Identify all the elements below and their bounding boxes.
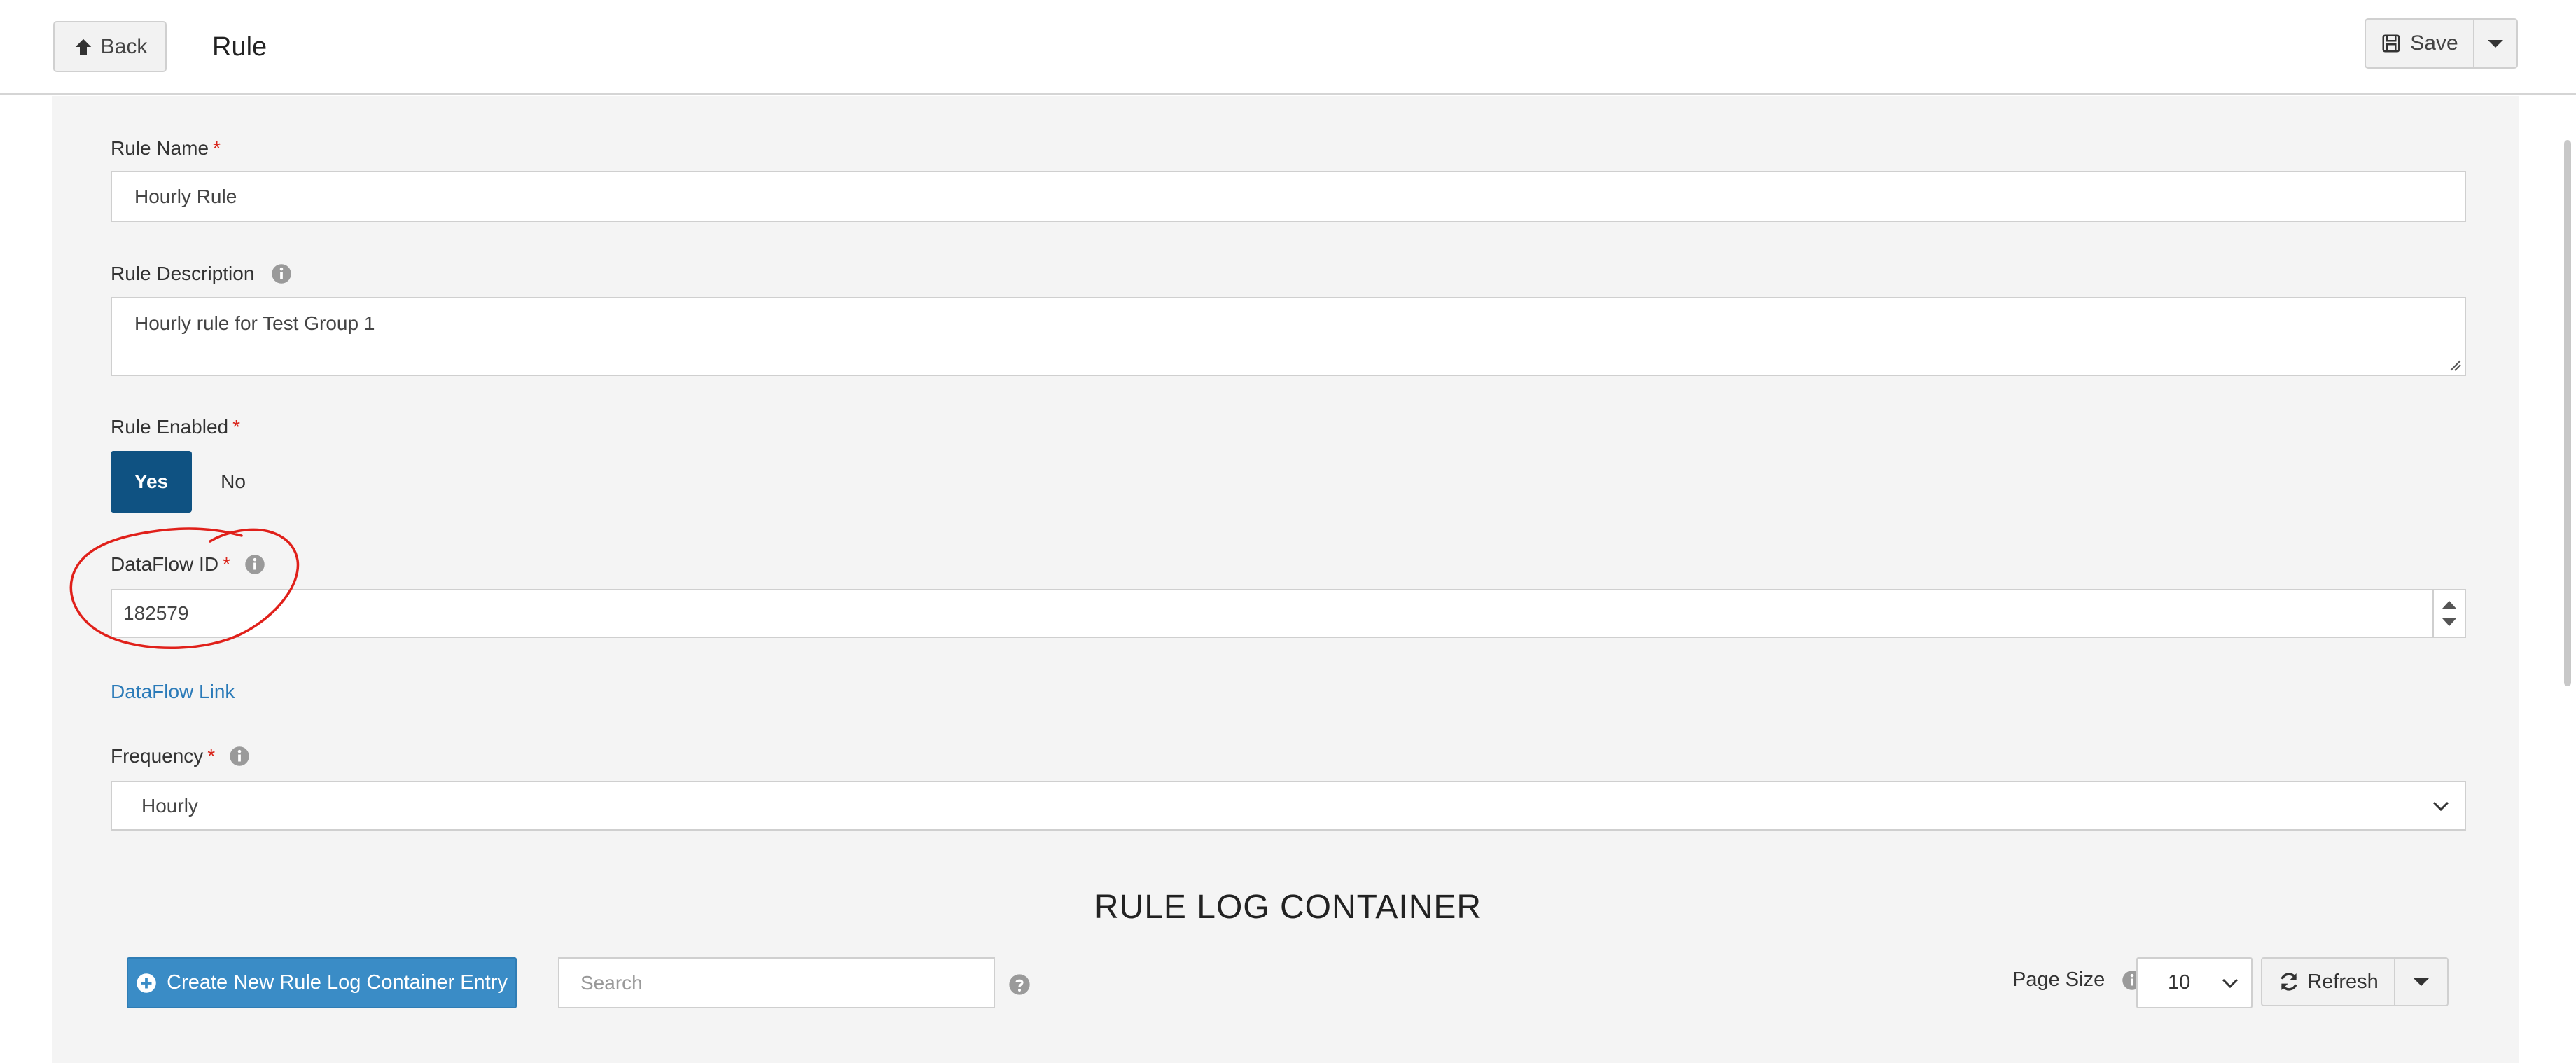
- save-button[interactable]: Save: [2365, 18, 2474, 69]
- spinner-down-icon[interactable]: [2442, 618, 2456, 626]
- rule-description-textarea[interactable]: Hourly rule for Test Group 1: [111, 297, 2466, 376]
- save-button-label: Save: [2410, 32, 2458, 55]
- required-marker: *: [223, 553, 230, 575]
- page-size-select[interactable]: 10: [2136, 957, 2253, 1008]
- caret-down-icon: [2488, 39, 2503, 48]
- rule-name-input[interactable]: Hourly Rule: [111, 171, 2466, 222]
- dataflow-id-label: DataFlow ID *: [111, 553, 265, 576]
- rule-description-label-text: Rule Description: [111, 263, 255, 284]
- back-button-label: Back: [100, 34, 148, 58]
- refresh-button-label: Refresh: [2307, 970, 2379, 993]
- rule-enabled-no-button[interactable]: No: [203, 451, 263, 513]
- frequency-select[interactable]: Hourly: [111, 781, 2466, 831]
- back-button[interactable]: Back: [53, 21, 167, 72]
- plus-circle-icon: [137, 973, 156, 993]
- rule-name-label-text: Rule Name: [111, 137, 209, 159]
- arrow-up-icon: [75, 39, 91, 55]
- page-size-value: 10: [2168, 971, 2191, 994]
- create-rule-log-entry-button[interactable]: Create New Rule Log Container Entry: [127, 957, 517, 1008]
- rule-description-value: Hourly rule for Test Group 1: [134, 312, 375, 334]
- frequency-label: Frequency *: [111, 745, 250, 767]
- rule-enabled-label-text: Rule Enabled: [111, 416, 229, 438]
- search-placeholder: Search: [580, 971, 643, 994]
- page-size-label: Page Size: [2012, 968, 2143, 992]
- refresh-button[interactable]: Refresh: [2261, 957, 2395, 1006]
- dataflow-id-value: 182579: [123, 602, 189, 624]
- search-input[interactable]: Search: [558, 957, 995, 1008]
- spinner-up-icon[interactable]: [2442, 601, 2456, 609]
- rule-description-label: Rule Description: [111, 263, 292, 285]
- refresh-button-group: Refresh: [2261, 957, 2449, 1006]
- frequency-value: Hourly: [141, 794, 198, 817]
- rule-name-value: Hourly Rule: [134, 185, 237, 207]
- rule-enabled-label: Rule Enabled *: [111, 416, 240, 438]
- caret-down-icon: [2414, 978, 2429, 986]
- dataflow-id-input[interactable]: 182579: [111, 589, 2466, 638]
- floppy-disk-icon: [2382, 34, 2400, 53]
- dataflow-id-label-text: DataFlow ID: [111, 553, 219, 575]
- rule-name-label: Rule Name *: [111, 137, 221, 160]
- create-button-label: Create New Rule Log Container Entry: [167, 971, 508, 994]
- refresh-options-dropdown[interactable]: [2395, 957, 2449, 1006]
- save-button-group: Save: [2365, 18, 2518, 69]
- rule-enabled-yes-button[interactable]: Yes: [111, 451, 192, 513]
- dataflow-link[interactable]: DataFlow Link: [111, 678, 235, 706]
- page-size-label-text: Page Size: [2012, 968, 2105, 991]
- number-spinner[interactable]: [2432, 590, 2465, 637]
- question-circle-icon[interactable]: [1008, 973, 1031, 996]
- frequency-label-text: Frequency: [111, 745, 204, 767]
- chevron-down-icon: [2222, 978, 2239, 988]
- required-marker: *: [232, 416, 241, 438]
- info-icon[interactable]: [229, 746, 250, 767]
- save-options-dropdown[interactable]: [2474, 18, 2518, 69]
- resize-grip-icon[interactable]: [2448, 358, 2462, 372]
- refresh-icon: [2281, 973, 2297, 991]
- page-header: Back Rule Save: [0, 0, 2576, 95]
- page-title: Rule: [212, 32, 267, 62]
- chevron-down-icon: [2432, 801, 2449, 811]
- required-marker: *: [207, 745, 216, 767]
- info-icon[interactable]: [244, 554, 265, 575]
- section-title: RULE LOG CONTAINER: [1094, 889, 1482, 926]
- info-icon[interactable]: [271, 263, 292, 284]
- page-scrollbar[interactable]: [2564, 140, 2571, 686]
- required-marker: *: [213, 137, 221, 159]
